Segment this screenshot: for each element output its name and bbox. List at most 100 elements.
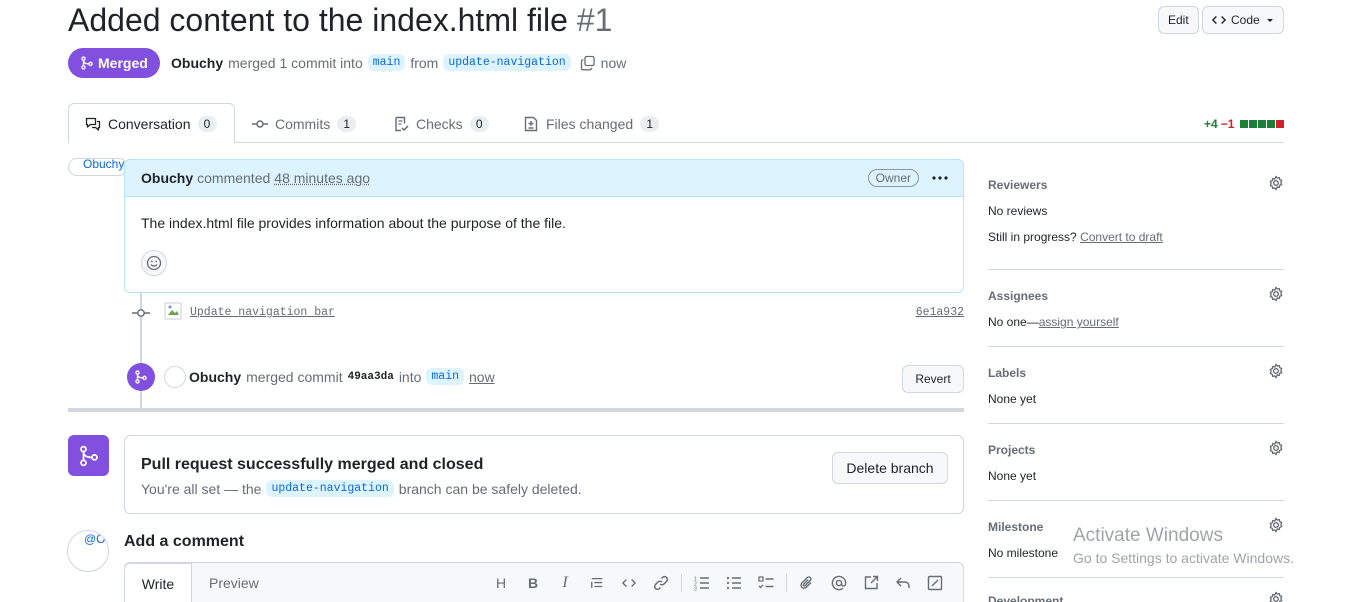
development-heading[interactable]: Development <box>988 594 1284 602</box>
merge-sub-suffix: branch can be safely deleted. <box>399 481 582 497</box>
bold-icon[interactable]: B <box>517 573 549 593</box>
commit-sha-link[interactable]: 6e1a932 <box>916 306 964 319</box>
comment-header: Obuchy commented 48 minutes ago Owner <box>125 160 963 197</box>
diffstat[interactable]: +4 −1 <box>1204 117 1284 131</box>
tab-write[interactable]: Write <box>124 563 192 602</box>
gear-icon[interactable] <box>1268 363 1284 379</box>
cross-reference-icon[interactable] <box>855 573 887 593</box>
merge-status-subtitle: You're all set — the update-navigation b… <box>141 480 582 497</box>
projects-heading[interactable]: Projects <box>988 443 1284 457</box>
diff-blocks <box>1239 120 1284 128</box>
avatar-alt: @Obuchy <box>84 532 109 546</box>
svg-text:3: 3 <box>694 587 697 592</box>
tab-label: Checks <box>416 116 463 132</box>
tab-label: Files changed <box>546 116 633 132</box>
delete-branch-button[interactable]: Delete branch <box>832 452 948 484</box>
git-commit-icon <box>132 308 150 318</box>
sidebar-divider <box>988 346 1284 347</box>
sidebar-reviewers: Reviewers No reviews Still in progress? … <box>988 178 1284 244</box>
into-text: into <box>399 369 422 385</box>
avatar[interactable]: Obuchy <box>68 158 128 176</box>
file-diff-icon <box>523 116 539 132</box>
sidebar-projects: Projects None yet <box>988 443 1284 483</box>
timeline-end-divider <box>68 408 964 412</box>
reply-icon[interactable] <box>887 573 919 593</box>
reviewers-heading[interactable]: Reviewers <box>988 178 1284 192</box>
tab-files-changed[interactable]: Files changed 1 <box>523 112 659 136</box>
author-link[interactable]: Obuchy <box>171 55 223 71</box>
gear-icon[interactable] <box>1268 591 1284 602</box>
pr-meta: Obuchy merged 1 commit into main from up… <box>171 54 626 71</box>
merge-text: merged commit <box>246 369 342 385</box>
copy-icon[interactable] <box>580 55 596 71</box>
pr-time: now <box>601 55 627 71</box>
assign-yourself-link[interactable]: assign yourself <box>1039 315 1119 329</box>
quote-icon[interactable] <box>581 573 613 593</box>
unordered-list-icon[interactable] <box>718 573 750 593</box>
activate-windows-watermark: Activate Windows <box>1073 525 1223 547</box>
pr-title-text: Added content to the index.html file <box>68 2 568 38</box>
comment-author[interactable]: Obuchy <box>141 170 193 186</box>
pr-title: Added content to the index.html file #1 <box>68 2 612 39</box>
pr-number: #1 <box>577 2 613 38</box>
base-branch[interactable]: main <box>368 54 406 71</box>
state-label: Merged <box>98 55 148 71</box>
sidebar-divider <box>988 269 1284 270</box>
diff-deletions: −1 <box>1221 117 1235 131</box>
labels-value: None yet <box>988 392 1284 406</box>
merge-sha[interactable]: 49aa3da <box>348 371 394 383</box>
sidebar-divider <box>988 577 1284 578</box>
assignees-heading[interactable]: Assignees <box>988 289 1284 303</box>
git-merge-icon <box>127 363 155 391</box>
head-branch[interactable]: update-navigation <box>443 54 570 71</box>
tab-conversation[interactable]: Conversation 0 <box>85 112 217 136</box>
gear-icon[interactable] <box>1268 440 1284 456</box>
task-list-icon[interactable] <box>750 573 782 593</box>
heading-icon[interactable]: H <box>485 573 517 593</box>
italic-icon[interactable]: I <box>549 573 581 593</box>
merged-branch[interactable]: update-navigation <box>266 480 393 497</box>
mention-icon[interactable] <box>823 573 855 593</box>
checklist-icon <box>393 116 409 132</box>
comment-time[interactable]: 48 minutes ago <box>274 170 370 186</box>
preview-label: Preview <box>209 575 259 591</box>
reviewers-value: No reviews <box>988 204 1284 218</box>
tab-preview[interactable]: Preview <box>209 563 259 602</box>
merge-branch[interactable]: main <box>426 368 464 385</box>
attach-icon[interactable] <box>791 573 823 593</box>
tab-counter: 0 <box>198 116 217 132</box>
smiley-icon[interactable] <box>141 250 167 276</box>
link-icon[interactable] <box>645 573 677 593</box>
tab-commits[interactable]: Commits 1 <box>252 112 356 136</box>
projects-value: None yet <box>988 469 1284 483</box>
commit-message-link[interactable]: Update navigation bar <box>190 306 335 319</box>
fullscreen-icon[interactable] <box>919 573 951 593</box>
merge-time[interactable]: now <box>469 369 495 385</box>
reviewers-progress: Still in progress? Convert to draft <box>988 230 1284 244</box>
sidebar-assignees: Assignees No one—assign yourself <box>988 289 1284 329</box>
triangle-down-icon <box>1265 15 1275 25</box>
tab-checks[interactable]: Checks 0 <box>393 112 489 136</box>
sidebar-divider <box>988 423 1284 424</box>
merge-avatar[interactable] <box>164 366 186 388</box>
git-merge-icon <box>68 435 109 476</box>
merge-author[interactable]: Obuchy <box>189 369 241 385</box>
diff-block <box>1267 120 1275 128</box>
ordered-list-icon[interactable]: 123 <box>686 573 718 593</box>
revert-button[interactable]: Revert <box>902 365 964 393</box>
diff-block <box>1240 120 1248 128</box>
diff-block <box>1249 120 1257 128</box>
gear-icon[interactable] <box>1268 517 1284 533</box>
code-button[interactable]: Code <box>1202 6 1284 34</box>
current-user-avatar[interactable]: @Obuchy <box>67 530 109 572</box>
kebab-horizontal-icon[interactable] <box>931 170 949 186</box>
gear-icon[interactable] <box>1268 286 1284 302</box>
diff-block <box>1258 120 1266 128</box>
convert-to-draft-link[interactable]: Convert to draft <box>1080 230 1163 244</box>
commit-avatar[interactable] <box>164 302 182 320</box>
labels-heading[interactable]: Labels <box>988 366 1284 380</box>
merge-status-box: Pull request successfully merged and clo… <box>124 435 964 514</box>
edit-button[interactable]: Edit <box>1158 6 1199 34</box>
code-icon[interactable] <box>613 573 645 593</box>
gear-icon[interactable] <box>1268 175 1284 191</box>
